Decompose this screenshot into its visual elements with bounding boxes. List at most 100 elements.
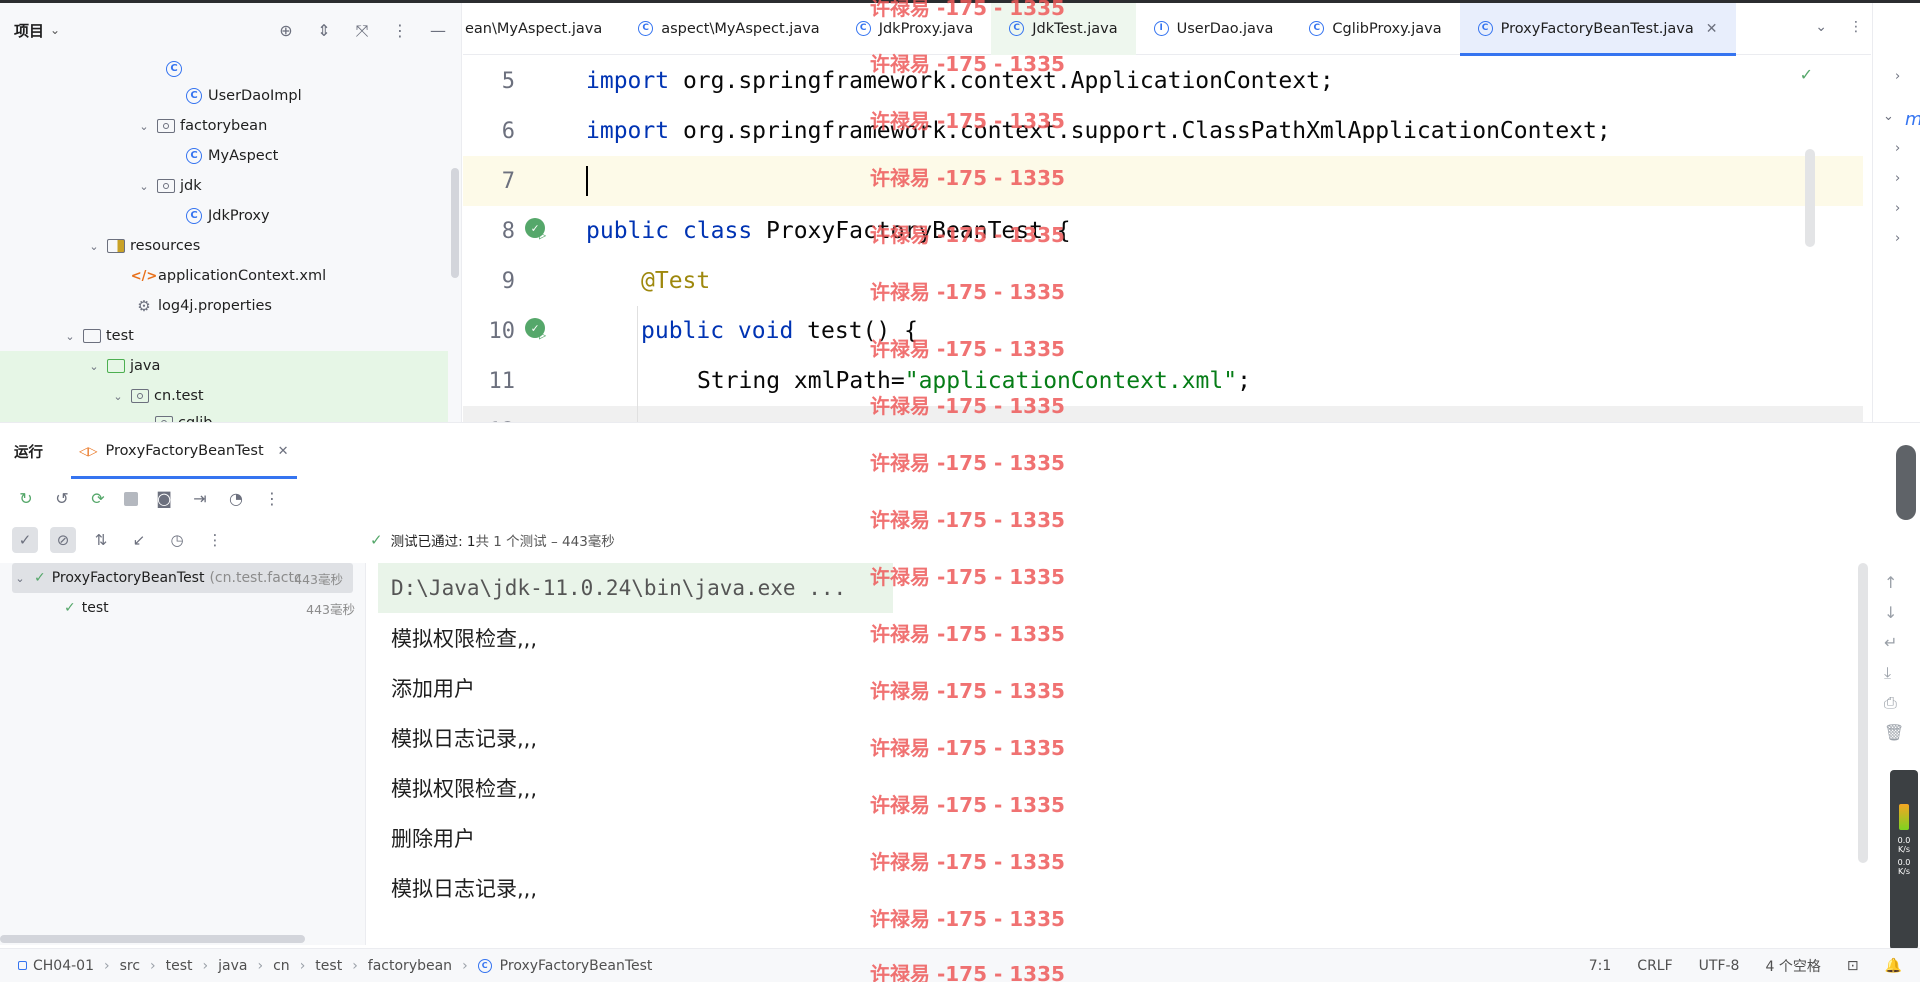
history-icon[interactable]: ◷ [164, 527, 190, 553]
test-tree-scrollbar[interactable] [0, 935, 305, 943]
tree-row[interactable]: ⌄ factorybean [0, 111, 448, 141]
crumb-module[interactable]: CH04-01 › [18, 958, 120, 974]
code-text: public void test() { [641, 318, 918, 344]
expand-all-icon[interactable]: ⇕ [315, 21, 333, 41]
code-rest: org.springframework.context.support.Clas… [669, 118, 1611, 144]
collapse-all-icon[interactable]: ⤧ [353, 21, 371, 41]
file-encoding[interactable]: UTF-8 [1699, 958, 1740, 974]
crumb-class[interactable]: C ProxyFactoryBeanTest [477, 958, 652, 974]
run-gutter-icon[interactable]: ✓ ▷ [525, 318, 551, 344]
rerun-icon[interactable]: ↻ [16, 489, 36, 508]
tree-row[interactable]: C JdkProxy [0, 201, 448, 231]
source-folder-icon [106, 357, 126, 375]
hide-icon[interactable]: — [429, 21, 447, 41]
sort-icon[interactable]: ⇅ [88, 527, 114, 553]
more-icon[interactable]: ⋮ [391, 21, 409, 41]
close-icon[interactable]: ✕ [278, 444, 289, 459]
chevron-down-icon[interactable]: ⌄ [1883, 109, 1894, 124]
show-passed-icon[interactable]: ✓ [12, 527, 38, 553]
chevron-down-icon[interactable]: ⌄ [86, 360, 102, 373]
status-rest: 共 1 个测试 – 443毫秒 [475, 534, 615, 550]
test-row[interactable]: ⌄ ✓ ProxyFactoryBeanTest (cn.test.factc … [12, 563, 353, 593]
tree-row[interactable]: ⌄ resources [0, 231, 448, 261]
tree-row[interactable]: ⌄ jdk [0, 171, 448, 201]
lock-icon[interactable]: ⊡ [1847, 958, 1859, 974]
scroll-to-end-icon[interactable]: ⤓ [1884, 663, 1891, 683]
rerun-failed-icon[interactable]: ↺ [52, 489, 72, 508]
tab-userdao[interactable]: I UserDao.java [1136, 3, 1292, 55]
tab-cglibproxy[interactable]: C CglibProxy.java [1291, 3, 1459, 55]
test-row[interactable]: ✓ test 443毫秒 [0, 593, 365, 623]
chevron-right-icon[interactable]: › [1895, 231, 1900, 246]
crumb-item[interactable]: cn › [273, 958, 315, 974]
chevron-down-icon[interactable]: ⌄ [110, 390, 126, 403]
tree-row[interactable]: C MyAspect [0, 141, 448, 171]
chevron-right-icon[interactable]: › [1895, 141, 1900, 156]
more-icon[interactable]: ⋮ [262, 489, 282, 508]
run-gutter-icon[interactable]: ✓ ▷ [525, 218, 551, 244]
soft-wrap-icon[interactable]: ↵ [1884, 633, 1897, 652]
crumb-item[interactable]: src › [120, 958, 166, 974]
project-title[interactable]: 项目 [14, 20, 44, 41]
chevron-down-icon[interactable]: ⌄ [1815, 19, 1827, 35]
crumb-item[interactable]: java › [218, 958, 273, 974]
toggle-auto-test-icon[interactable]: ⟳ [88, 489, 108, 508]
camera-icon[interactable]: ◙ [154, 489, 174, 508]
class-icon: C [184, 207, 204, 225]
more-icon[interactable]: ⋮ [202, 527, 228, 553]
tab-proxyfactorybeantest[interactable]: C ProxyFactoryBeanTest.java ✕ [1459, 2, 1736, 56]
chevron-down-icon[interactable]: ⌄ [86, 240, 102, 253]
maven-icon[interactable]: m [1905, 109, 1920, 130]
chevron-right-icon[interactable]: › [1895, 171, 1900, 186]
tab-myaspect-aspect[interactable]: C aspect\MyAspect.java [620, 3, 837, 55]
console-output[interactable]: D:\Java\jdk-11.0.24\bin\java.exe ... 模拟权… [378, 563, 1858, 945]
tree-row[interactable]: ⌄ test [0, 321, 448, 351]
print-icon[interactable]: ⎙ [1884, 693, 1897, 713]
project-scrollbar[interactable] [451, 168, 459, 278]
tab-myaspect-factorybean[interactable]: ean\MyAspect.java [463, 3, 620, 55]
trash-icon[interactable]: 🗑 [1884, 723, 1904, 742]
indent-setting[interactable]: 4 个空格 [1765, 956, 1820, 976]
tab-jdkproxy[interactable]: C JdkProxy.java [838, 3, 992, 55]
more-icon[interactable]: ⋮ [1849, 19, 1863, 35]
crumb-item[interactable]: factorybean › [368, 958, 478, 974]
floating-handle[interactable] [1896, 445, 1916, 520]
chevron-right-icon[interactable]: › [1895, 69, 1900, 84]
arrow-down-icon[interactable]: ↓ [1884, 603, 1897, 622]
stop-icon[interactable] [124, 492, 138, 506]
meter-bar [1899, 804, 1909, 830]
tree-row[interactable]: C UserDaoImpl [0, 81, 448, 111]
code-area[interactable]: 5 import org.springframework.context.App… [463, 56, 1871, 422]
tree-row[interactable]: ⌄ java [0, 351, 448, 381]
code-line: 10 ✓ ▷ public void test() { [463, 306, 1863, 356]
chevron-down-icon[interactable]: ⌄ [50, 23, 60, 37]
tree-row[interactable]: </> applicationContext.xml [0, 261, 448, 291]
caret-position[interactable]: 7:1 [1589, 958, 1612, 974]
arrow-up-icon[interactable]: ↑ [1884, 573, 1897, 592]
tab-jdktest[interactable]: C JdkTest.java [991, 2, 1136, 55]
notifications-icon[interactable]: 🔔 [1885, 958, 1902, 974]
run-config-tab[interactable]: ◁▷ ProxyFactoryBeanTest ✕ [71, 423, 297, 479]
chevron-down-icon[interactable]: ⌄ [12, 572, 28, 585]
editor-scrollbar[interactable] [1805, 149, 1815, 247]
check-icon[interactable]: ✓ [1800, 65, 1813, 84]
chevron-down-icon[interactable]: ⌄ [136, 120, 152, 133]
run-tab-label: ProxyFactoryBeanTest [105, 443, 264, 459]
show-ignored-icon[interactable]: ⊘ [50, 527, 76, 553]
import-icon[interactable]: ⇥ [190, 489, 210, 508]
coverage-icon[interactable]: ◔ [226, 489, 246, 508]
tree-row[interactable]: C [0, 57, 448, 81]
tree-row[interactable]: ⚙ log4j.properties [0, 291, 448, 321]
chevron-down-icon[interactable]: ⌄ [62, 330, 78, 343]
crumb-item[interactable]: test › [166, 958, 219, 974]
collapse-icon[interactable]: ↙ [126, 527, 152, 553]
chevron-right-icon[interactable]: › [1895, 201, 1900, 216]
close-icon[interactable]: ✕ [1706, 21, 1718, 37]
line-separator[interactable]: CRLF [1637, 958, 1672, 974]
tree-row[interactable]: ⌄ cn.test [0, 381, 448, 411]
chevron-down-icon[interactable]: ⌄ [136, 180, 152, 193]
ide-window: 项目 ⌄ ⊕ ⇕ ⤧ ⋮ — C C UserDaoImpl ⌄ factory… [0, 0, 1920, 982]
console-line: 模拟权限检查,,, [391, 777, 538, 801]
locate-icon[interactable]: ⊕ [277, 21, 295, 41]
crumb-item[interactable]: test › [315, 958, 368, 974]
